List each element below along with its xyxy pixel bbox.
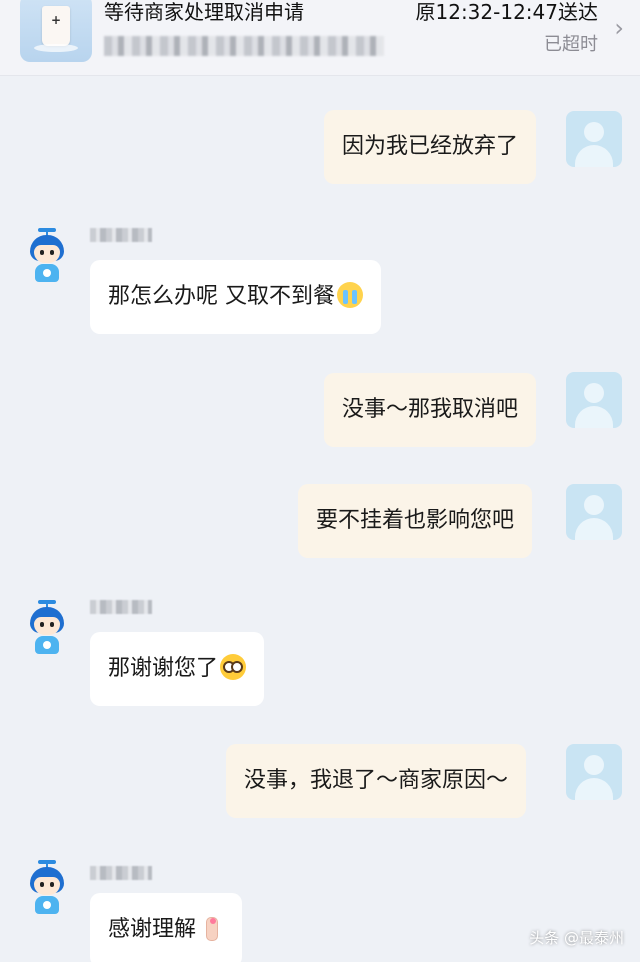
message-bubble-received[interactable]: 感谢理解 (90, 893, 243, 962)
order-status: 等待商家处理取消申请 (104, 0, 304, 24)
message-text: 因为我已经放弃了 (342, 134, 519, 159)
sender-name-mosaic (90, 866, 152, 880)
message-text: 没事～那我取消吧 (342, 397, 519, 422)
message-text: 没事，我退了～商家原因～ (244, 768, 509, 793)
user-avatar[interactable] (566, 484, 622, 540)
message-text: 要不挂着也影响您吧 (316, 508, 515, 533)
merchant-avatar[interactable] (26, 228, 68, 284)
sender-name-mosaic (90, 600, 152, 614)
shop-name-mosaic (104, 36, 384, 56)
cup-base (34, 44, 78, 52)
message-bubble-sent[interactable]: 没事～那我取消吧 (324, 373, 537, 447)
sender-name-mosaic (90, 228, 152, 242)
pleading-face-emoji-icon (220, 654, 247, 680)
order-header[interactable]: + 等待商家处理取消申请 原12:32-12:47送达 已超时 › (0, 0, 640, 76)
milk-tea-cup-icon: + (42, 6, 70, 46)
watermark: 头条 @最泰州 (529, 929, 624, 947)
message-bubble-received[interactable]: 那谢谢您了 (90, 632, 265, 706)
delivery-time: 原12:32-12:47送达 (415, 0, 599, 24)
message-bubble-received[interactable]: 那怎么办呢 又取不到餐 (90, 260, 381, 334)
merchant-avatar[interactable] (26, 600, 68, 656)
finger-heart-emoji-icon (198, 915, 224, 941)
message-text: 那谢谢您了 (108, 656, 219, 681)
user-avatar[interactable] (566, 372, 622, 428)
message-bubble-sent[interactable]: 要不挂着也影响您吧 (298, 484, 533, 558)
message-bubble-sent[interactable]: 因为我已经放弃了 (324, 110, 537, 184)
overtime-label: 已超时 (544, 34, 598, 55)
product-thumbnail: + (20, 0, 92, 62)
crying-face-emoji-icon (337, 282, 363, 308)
chevron-right-icon[interactable]: › (614, 16, 624, 40)
message-text: 感谢理解 (108, 917, 197, 942)
user-avatar[interactable] (566, 111, 622, 167)
message-bubble-sent[interactable]: 没事，我退了～商家原因～ (226, 744, 527, 818)
merchant-avatar[interactable] (26, 860, 68, 916)
user-avatar[interactable] (566, 744, 622, 800)
message-text: 那怎么办呢 又取不到餐 (108, 284, 335, 309)
